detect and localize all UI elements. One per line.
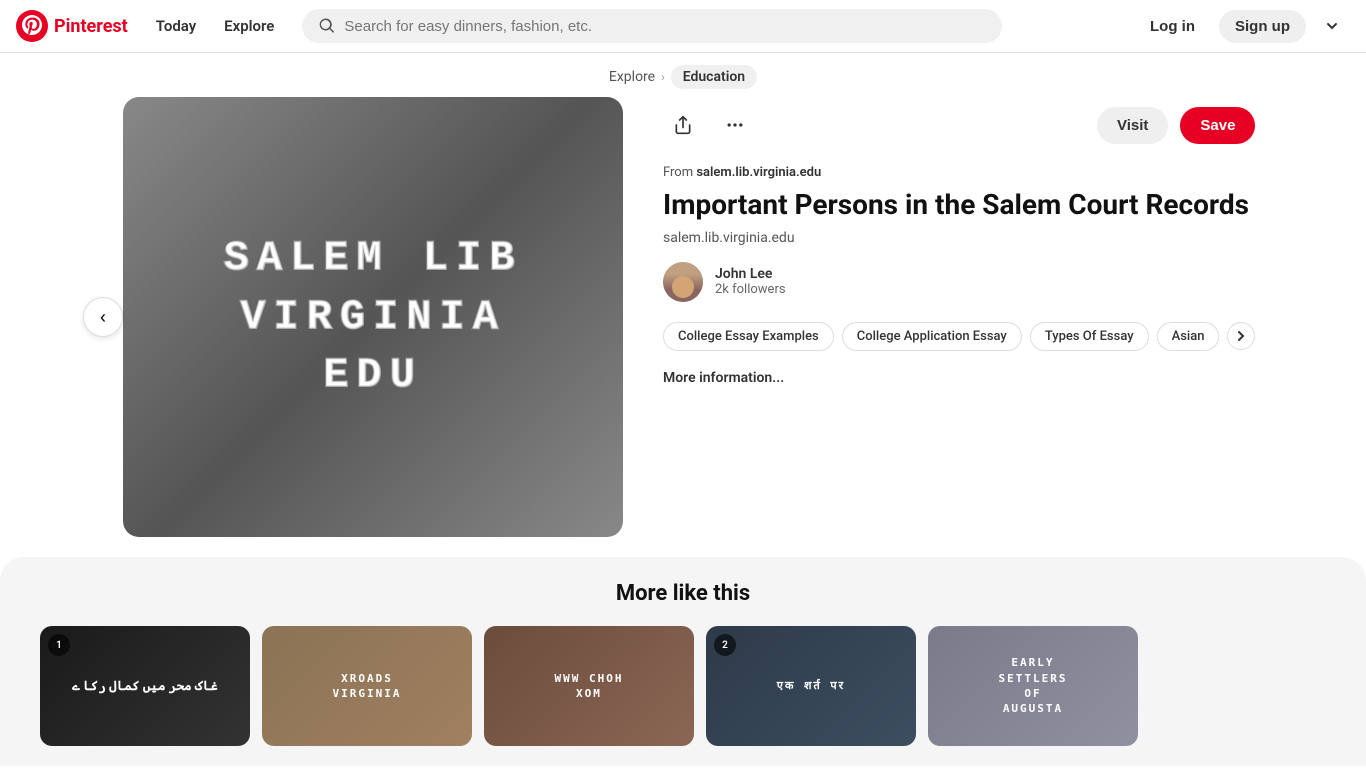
breadcrumb-separator: ›	[661, 70, 665, 84]
back-button[interactable]: ‹	[83, 297, 123, 337]
share-button[interactable]	[663, 105, 703, 145]
pin-source: From salem.lib.virginia.edu	[663, 165, 1255, 180]
chevron-right-icon	[1235, 330, 1247, 342]
pin-image-line1: SALEM LIB	[224, 229, 523, 288]
pin-detail: Visit Save From salem.lib.virginia.edu I…	[663, 97, 1255, 537]
avatar[interactable]	[663, 262, 703, 302]
pin-image: SALEM LIB VIRGINIA EDU	[123, 97, 623, 537]
chevron-down-icon	[1324, 18, 1340, 34]
search-icon	[318, 17, 336, 35]
pin-title: Important Persons in the Salem Court Rec…	[663, 188, 1255, 222]
logo-text: Pinterest	[54, 16, 128, 37]
visit-button[interactable]: Visit	[1097, 107, 1168, 144]
source-domain-link[interactable]: salem.lib.virginia.edu	[696, 165, 821, 180]
breadcrumb-current[interactable]: Education	[671, 65, 757, 89]
more-card-1[interactable]: 1 غاک محر میں کمال رکا ے	[40, 626, 250, 746]
header-actions: Log in Sign up	[1134, 8, 1350, 44]
more-grid: 1 غاک محر میں کمال رکا ے XROADSVIRGINIA …	[40, 626, 1326, 746]
card-text-1: غاک محر میں کمال رکا ے	[40, 626, 250, 746]
more-section-title: More like this	[40, 581, 1326, 606]
tag-1[interactable]: College Essay Examples	[663, 322, 834, 351]
more-options-icon	[725, 115, 745, 135]
more-card-4[interactable]: 2 एक शर्त पर	[706, 626, 916, 746]
more-card-2[interactable]: XROADSVIRGINIA	[262, 626, 472, 746]
card-text-2: XROADSVIRGINIA	[262, 626, 472, 746]
main-nav: Today Explore	[144, 9, 287, 43]
tags-row: College Essay Examples College Applicati…	[663, 322, 1255, 351]
author-row: John Lee 2k followers	[663, 262, 1255, 302]
expand-menu-button[interactable]	[1314, 8, 1350, 44]
signup-button[interactable]: Sign up	[1219, 10, 1306, 43]
pin-image-line2: VIRGINIA	[224, 288, 523, 347]
author-name[interactable]: John Lee	[715, 266, 786, 282]
main-content: ‹ SALEM LIB VIRGINIA EDU V	[83, 97, 1283, 557]
more-section: More like this 1 غاک محر میں کمال رکا ے …	[0, 557, 1366, 766]
more-options-button[interactable]	[715, 105, 755, 145]
avatar-head	[672, 276, 694, 298]
save-button[interactable]: Save	[1180, 107, 1255, 144]
pin-image-line3: EDU	[224, 346, 523, 405]
pin-actions: Visit Save	[663, 105, 1255, 145]
from-label: From	[663, 165, 693, 180]
card-text-5: EARLYSETTLERSOFAUGUSTA	[928, 626, 1138, 746]
avatar-image	[663, 262, 703, 302]
pin-image-display: SALEM LIB VIRGINIA EDU	[224, 229, 523, 405]
nav-explore[interactable]: Explore	[212, 9, 286, 43]
breadcrumb: Explore › Education	[0, 53, 1366, 97]
header: Pinterest Today Explore Log in Sign up	[0, 0, 1366, 53]
nav-today[interactable]: Today	[144, 9, 208, 43]
logo[interactable]: Pinterest	[16, 10, 128, 42]
card-text-4: एक शर्त पर	[706, 626, 916, 746]
share-icon	[673, 115, 693, 135]
more-card-5[interactable]: EARLYSETTLERSOFAUGUSTA	[928, 626, 1138, 746]
breadcrumb-explore[interactable]: Explore	[609, 69, 655, 85]
pin-domain: salem.lib.virginia.edu	[663, 230, 1255, 246]
author-info: John Lee 2k followers	[715, 266, 786, 297]
tags-more-button[interactable]	[1227, 322, 1255, 350]
search-bar[interactable]	[302, 9, 1002, 43]
author-followers: 2k followers	[715, 282, 786, 297]
pinterest-logo-icon	[16, 10, 48, 42]
search-input[interactable]	[344, 18, 986, 35]
more-info-link[interactable]: More information...	[663, 370, 784, 386]
more-card-3[interactable]: WWW CHOHXOM	[484, 626, 694, 746]
tag-3[interactable]: Types Of Essay	[1030, 322, 1149, 351]
login-button[interactable]: Log in	[1134, 10, 1211, 43]
tag-4[interactable]: Asian	[1157, 322, 1220, 351]
card-text-3: WWW CHOHXOM	[484, 626, 694, 746]
tag-2[interactable]: College Application Essay	[842, 322, 1022, 351]
